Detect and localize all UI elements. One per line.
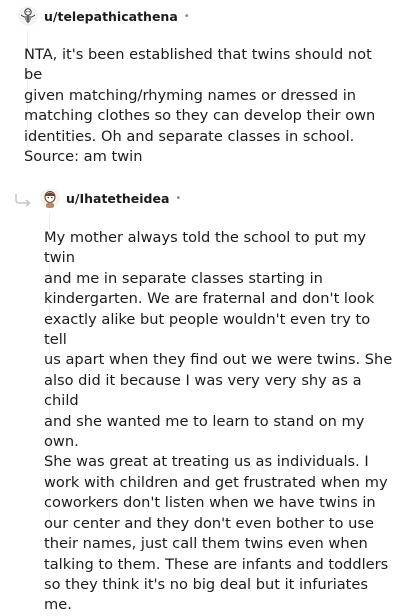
reply-arrow-icon	[14, 192, 34, 211]
comment-line: their names, just call them twins even w…	[44, 535, 368, 553]
separator-dot: •	[183, 10, 190, 22]
comment-header: u/Ihatetheidea •	[40, 188, 181, 208]
comment-line: us apart when they find out we were twin…	[44, 351, 393, 369]
comment-username[interactable]: u/Ihatetheidea	[66, 191, 169, 206]
skeleton-avatar-icon[interactable]	[18, 6, 38, 26]
comment-line: our center and they don't even bother to…	[44, 514, 374, 532]
comment-line: work with children and get frustrated wh…	[44, 473, 388, 491]
comment-body: My mother always told the school to put …	[44, 228, 396, 616]
snoo-avatar-icon[interactable]	[40, 188, 60, 208]
comment-line: exactly alike but people wouldn't even t…	[44, 310, 371, 349]
comment-body: NTA, it's been established that twins sh…	[24, 45, 394, 167]
comment-line: She was great at treating us as individu…	[44, 453, 369, 471]
comment-line: Source: am twin	[24, 148, 143, 166]
comment-line: also did it because I was very very shy …	[44, 371, 362, 410]
comment-line: coworkers don't listen when we have twin…	[44, 494, 376, 512]
comment-line: and me in separate classes starting in	[44, 269, 323, 287]
comment-line: My mother always told the school to put …	[44, 229, 366, 267]
comment-line: NTA, it's been established that twins sh…	[24, 46, 372, 84]
comment-line: so they think it's no big deal but it in…	[44, 575, 368, 614]
comment-header: u/telepathicathena •	[18, 6, 190, 26]
separator-dot: •	[175, 192, 182, 204]
comment-line: matching clothes so they can develop the…	[24, 107, 376, 125]
comment-username[interactable]: u/telepathicathena	[44, 9, 178, 24]
comment-line: and she wanted me to learn to stand on m…	[44, 412, 365, 451]
comment-line: talking to them. These are infants and t…	[44, 555, 389, 573]
comment-line: kindergarten. We are fraternal and don't…	[44, 290, 375, 308]
comment-line: identities. Oh and separate classes in s…	[24, 127, 355, 145]
comment-line: given matching/rhyming names or dressed …	[24, 86, 357, 104]
